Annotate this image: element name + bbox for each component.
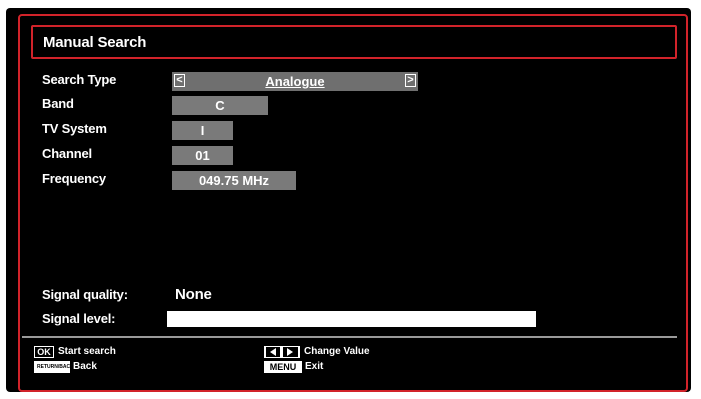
change-value-hint: Change Value [304,346,370,357]
page-title: Manual Search [43,34,147,51]
footer-divider [22,336,677,338]
exit-hint: Exit [305,361,324,372]
start-search-hint: Start search [58,346,116,357]
search-type-value: Analogue [265,74,325,89]
ok-key-icon: OK [34,346,54,358]
signal-level-label: Signal level: [42,311,116,326]
band-field[interactable]: C [172,96,268,115]
frequency-label: Frequency [42,171,106,186]
search-type-label: Search Type [42,72,117,87]
back-key-icon: RETURN/BACK [34,361,74,373]
channel-field[interactable]: 01 [172,146,233,165]
right-arrow-icon[interactable]: > [405,74,416,87]
search-type-select[interactable]: < Analogue > [172,72,418,91]
menu-key-icon: MENU [264,361,302,373]
tv-system-label: TV System [42,121,107,136]
left-right-keys-icon [264,346,300,358]
signal-level-bar [167,311,536,327]
signal-quality-value: None [175,286,212,303]
band-label: Band [42,96,74,111]
title-bar: Manual Search [31,25,677,59]
signal-quality-label: Signal quality: [42,287,128,302]
back-hint: Back [73,361,97,372]
frequency-field[interactable]: 049.75 MHz [172,171,296,190]
tv-system-field[interactable]: I [172,121,233,140]
left-arrow-icon[interactable]: < [174,74,185,87]
channel-label: Channel [42,146,92,161]
